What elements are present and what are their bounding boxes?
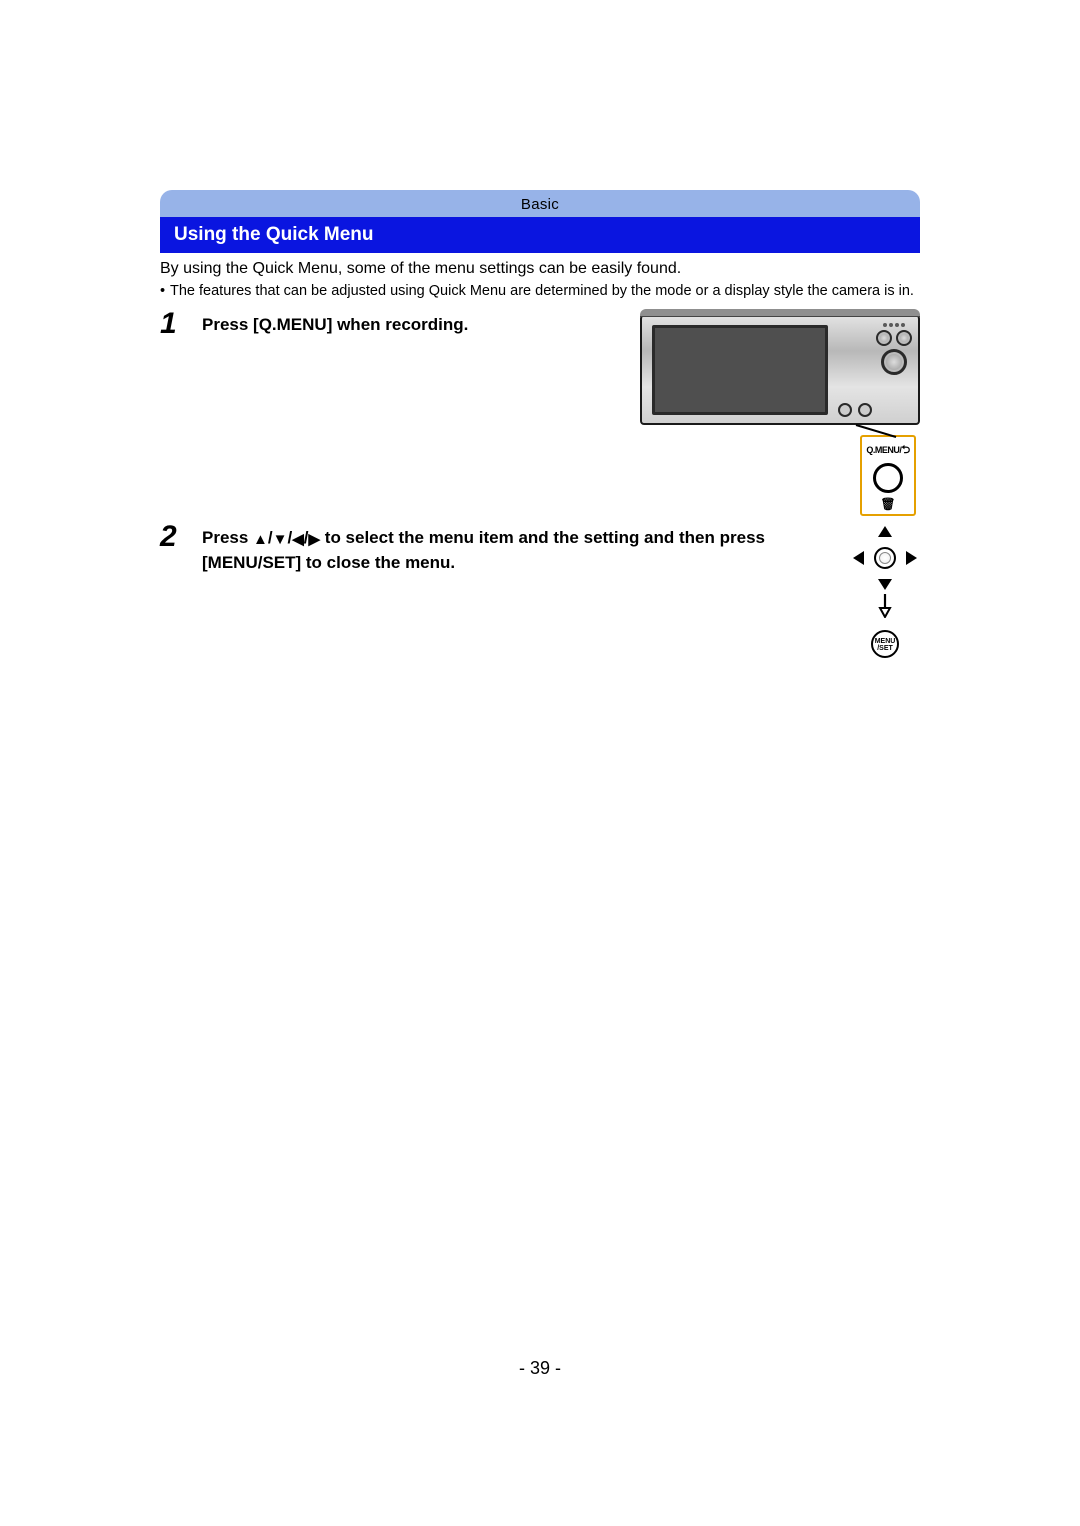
step-1: 1 Press [Q.MENU] when recording. xyxy=(160,309,920,516)
camera-button-icon xyxy=(876,330,892,346)
menuset-label-1: MENU xyxy=(873,638,897,645)
camera-button-icon xyxy=(896,330,912,346)
page-number: - 39 - xyxy=(160,1358,920,1379)
section-title: Using the Quick Menu xyxy=(160,217,920,253)
qmenu-callout: Q.MENU/⮌ 🗑 xyxy=(860,435,916,516)
trash-icon: 🗑 xyxy=(880,497,895,511)
step-2: 2 Press ▲/▼/◀/▶ to select the menu item … xyxy=(160,522,920,658)
camera-dpad-icon xyxy=(881,349,907,375)
chapter-tab: Basic xyxy=(160,190,920,217)
manual-page: Basic Using the Quick Menu By using the … xyxy=(160,190,920,664)
camera-buttons xyxy=(876,323,912,375)
camera-illustration: Q.MENU/⮌ 🗑 xyxy=(640,313,920,516)
camera-button-icon xyxy=(838,403,852,417)
step-text: Press [Q.MENU] when recording. xyxy=(202,309,624,338)
note-body: The features that can be adjusted using … xyxy=(170,282,914,302)
down-arrow-icon xyxy=(878,592,892,626)
camera-body xyxy=(640,313,920,425)
step-number: 1 xyxy=(160,309,186,339)
step-2-figure: MENU /SET xyxy=(850,526,920,658)
step-text: Press ▲/▼/◀/▶ to select the menu item an… xyxy=(202,526,830,575)
left-triangle-icon: ◀ xyxy=(292,531,304,548)
note-text: • The features that can be adjusted usin… xyxy=(160,282,920,302)
camera-button-icon xyxy=(858,403,872,417)
step-number: 2 xyxy=(160,522,186,552)
dpad-icon xyxy=(857,530,913,586)
intro-text: By using the Quick Menu, some of the men… xyxy=(160,253,920,282)
step-text-pre: Press xyxy=(202,528,253,547)
down-triangle-icon: ▼ xyxy=(273,531,288,548)
menuset-label-2: /SET xyxy=(873,645,897,652)
pointer-line-icon xyxy=(852,423,902,439)
step-1-figure: Q.MENU/⮌ 🗑 xyxy=(640,309,920,516)
camera-screen xyxy=(652,325,828,415)
up-triangle-icon: ▲ xyxy=(253,531,268,548)
qmenu-label: Q.MENU/⮌ xyxy=(866,445,909,455)
qmenu-button-icon xyxy=(873,463,903,493)
steps-list: 1 Press [Q.MENU] when recording. xyxy=(160,309,920,658)
menuset-button-icon: MENU /SET xyxy=(871,630,899,658)
right-triangle-icon: ▶ xyxy=(309,531,321,548)
